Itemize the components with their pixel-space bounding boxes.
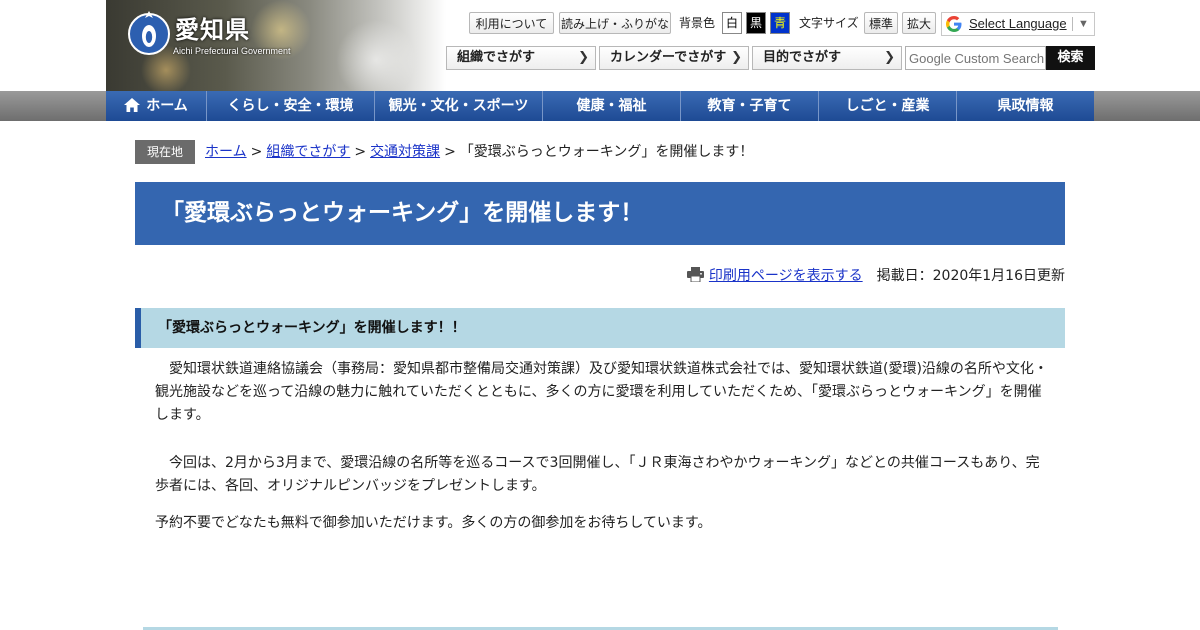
font-size-normal-button[interactable]: 標準 bbox=[864, 12, 898, 34]
search-submit-button[interactable]: 検索 bbox=[1046, 46, 1095, 70]
breadcrumb-current-location-label: 現在地 bbox=[135, 140, 195, 164]
site-header: 愛知県 Aichi Prefectural Government 利用について … bbox=[0, 0, 1200, 91]
chevron-right-icon: ❯ bbox=[884, 50, 895, 65]
search-by-calendar-button[interactable]: カレンダーでさがす ❯ bbox=[599, 46, 749, 70]
translate-label: Select Language bbox=[969, 16, 1067, 31]
breadcrumb: ホーム > 組織でさがす > 交通対策課 > 「愛環ぶらっとウォーキング」を開催します！ bbox=[205, 140, 753, 164]
search-by-organization-button[interactable]: 組織でさがす ❯ bbox=[446, 46, 596, 70]
body-paragraph-1: 愛知環状鉄道連絡協議会（事務局：愛知県都市整備局交通対策課）及び愛知環状鉄道株式… bbox=[155, 361, 1048, 423]
chevron-right-icon: ❯ bbox=[731, 50, 742, 65]
body-paragraph-3: 予約不要でどなたも無料で御参加いただけます。多くの方の御参加をお待ちしています。 bbox=[155, 515, 712, 531]
site-logo[interactable]: 愛知県 Aichi Prefectural Government bbox=[127, 6, 317, 60]
page-meta: 印刷用ページを表示する 掲載日：2020年1月16日更新 bbox=[686, 266, 1065, 286]
printer-icon bbox=[686, 267, 704, 282]
breadcrumb-current-page: 「愛環ぶらっとウォーキング」を開催します！ bbox=[459, 144, 754, 160]
page-title: 「愛環ぶらっとウォーキング」を開催します！ bbox=[135, 182, 1065, 245]
google-g-icon bbox=[946, 16, 962, 32]
dropdown-arrow-icon: ▼ bbox=[1078, 18, 1089, 30]
read-aloud-furigana-button[interactable]: 読み上げ・ふりがな bbox=[559, 12, 671, 34]
global-nav-life-safety-environment[interactable]: くらし・安全・環境 bbox=[207, 91, 375, 121]
prefecture-emblem-icon bbox=[128, 11, 170, 55]
print-page-link[interactable]: 印刷用ページを表示する bbox=[709, 268, 863, 284]
global-nav-work-industry[interactable]: しごと・産業 bbox=[819, 91, 957, 121]
posted-date: 掲載日：2020年1月16日更新 bbox=[876, 268, 1065, 284]
logo-title: 愛知県 bbox=[175, 16, 250, 44]
google-translate-select[interactable]: Select Language ▼ bbox=[941, 12, 1095, 36]
search-by-organization-label: 組織でさがす bbox=[457, 50, 536, 65]
font-size-large-button[interactable]: 拡大 bbox=[902, 12, 936, 34]
global-nav-health-welfare[interactable]: 健康・福祉 bbox=[543, 91, 681, 121]
global-nav-home-label: ホーム bbox=[146, 98, 188, 114]
body-paragraph-2: 今回は、2月から3月まで、愛環沿線の名所等を巡るコースで3回開催し、「ＪＲ東海さ… bbox=[155, 455, 1040, 494]
breadcrumb-link-organization[interactable]: 組織でさがす bbox=[266, 144, 350, 160]
search-by-purpose-label: 目的でさがす bbox=[763, 50, 842, 65]
breadcrumb-link-home[interactable]: ホーム bbox=[205, 144, 247, 160]
global-nav-tourism-culture-sports[interactable]: 観光・文化・スポーツ bbox=[375, 91, 543, 121]
breadcrumb-separator: > bbox=[354, 144, 367, 160]
chevron-right-icon: ❯ bbox=[578, 50, 589, 65]
search-by-calendar-label: カレンダーでさがす bbox=[610, 50, 727, 65]
home-icon bbox=[124, 98, 141, 112]
breadcrumb-separator: > bbox=[444, 144, 456, 160]
bg-color-blue-button[interactable]: 青 bbox=[770, 12, 790, 34]
global-nav: ホーム くらし・安全・環境 観光・文化・スポーツ 健康・福祉 教育・子育て しご… bbox=[106, 91, 1094, 121]
font-size-label: 文字サイズ bbox=[799, 16, 859, 30]
breadcrumb-link-traffic-division[interactable]: 交通対策課 bbox=[370, 144, 440, 160]
usage-guide-button[interactable]: 利用について bbox=[469, 12, 554, 34]
bg-color-label: 背景色 bbox=[679, 16, 716, 30]
bg-color-black-button[interactable]: 黒 bbox=[746, 12, 766, 34]
global-nav-prefectural-info[interactable]: 県政情報 bbox=[957, 91, 1094, 121]
site-search-input[interactable] bbox=[905, 46, 1046, 70]
translate-separator bbox=[1072, 17, 1073, 31]
logo-subtitle: Aichi Prefectural Government bbox=[173, 46, 291, 56]
global-nav-home[interactable]: ホーム bbox=[106, 91, 207, 121]
breadcrumb-separator: > bbox=[250, 144, 263, 160]
section-heading: 「愛環ぶらっとウォーキング」を開催します！！ bbox=[135, 308, 1065, 348]
search-by-purpose-button[interactable]: 目的でさがす ❯ bbox=[752, 46, 902, 70]
bg-color-white-button[interactable]: 白 bbox=[722, 12, 742, 34]
global-nav-education-childcare[interactable]: 教育・子育て bbox=[681, 91, 819, 121]
